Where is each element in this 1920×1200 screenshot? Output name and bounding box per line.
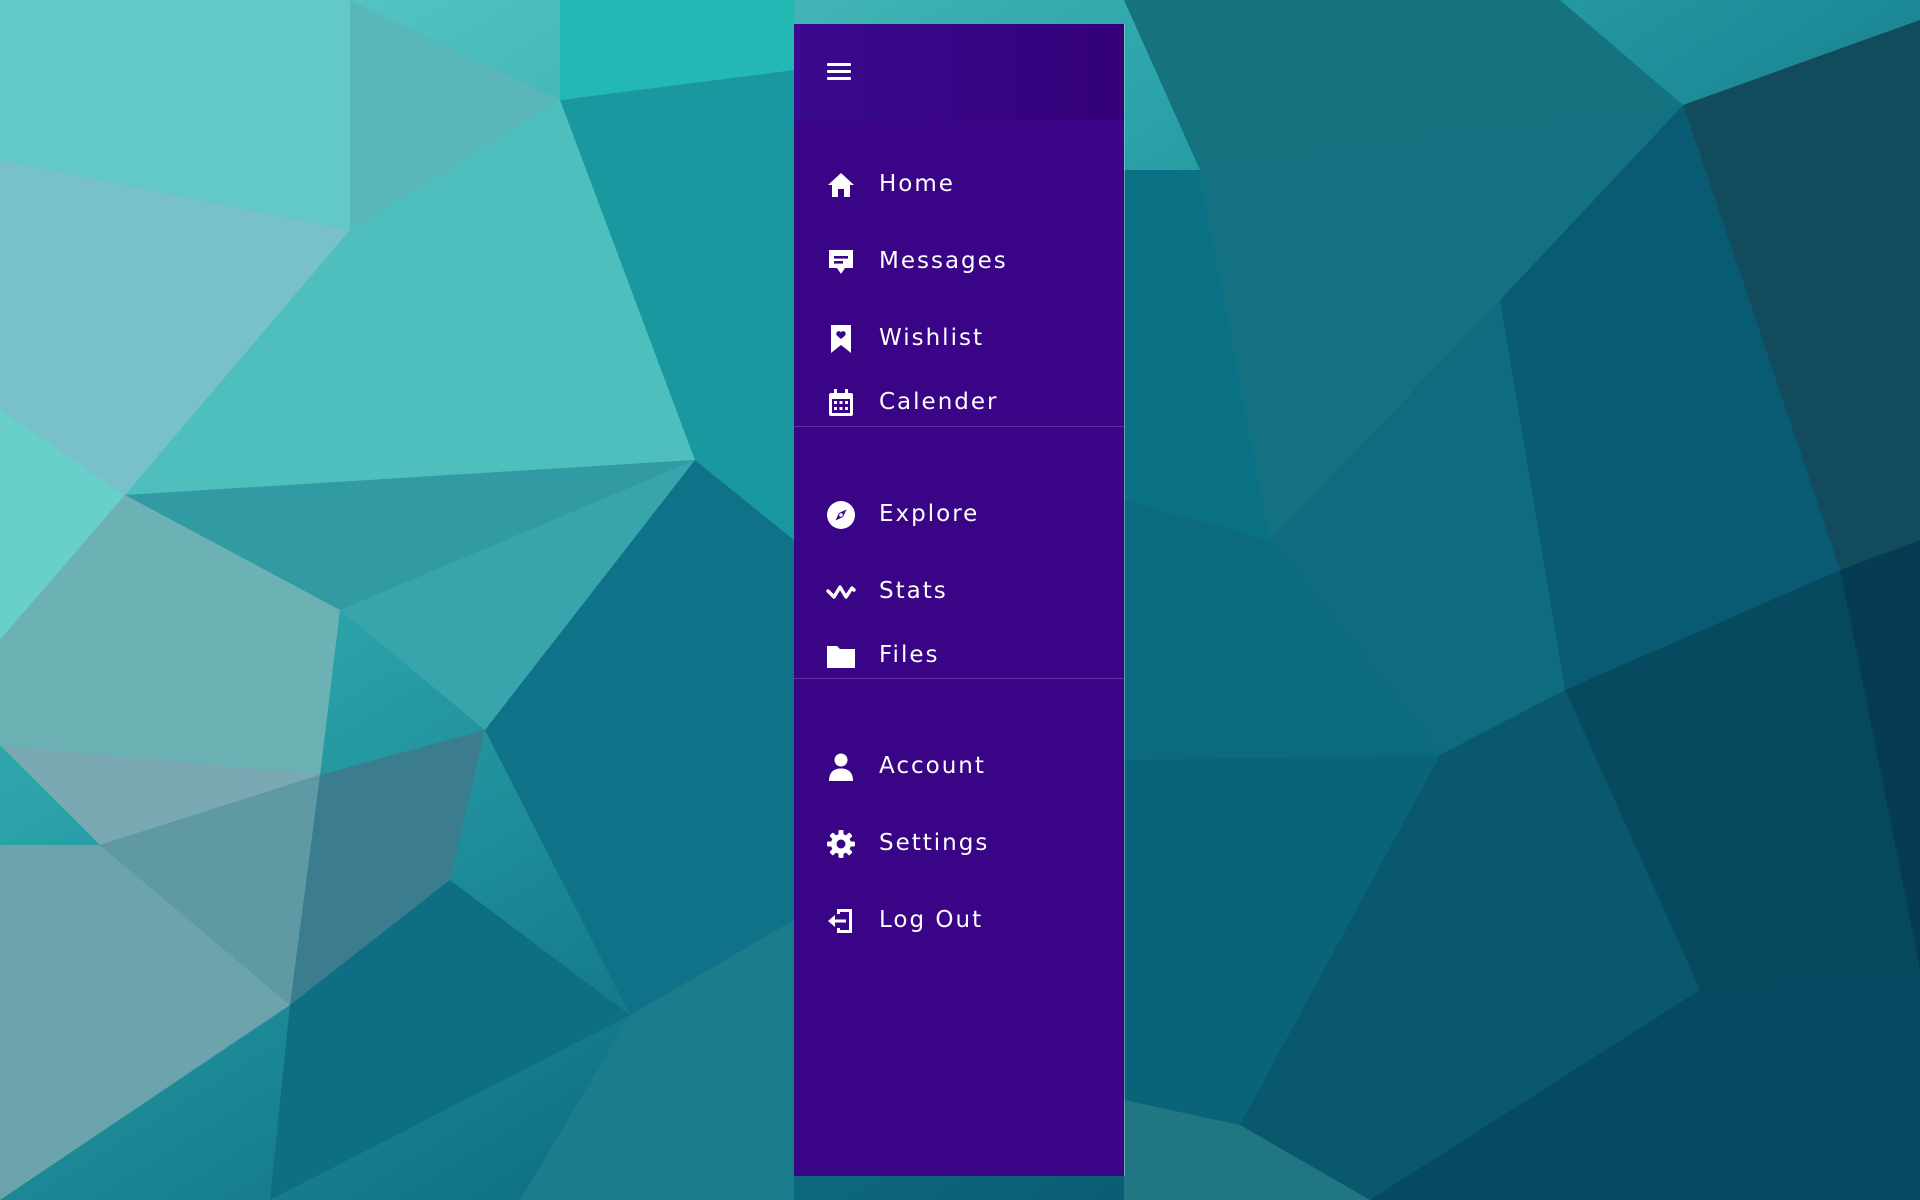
sidebar-item-messages[interactable]: Messages bbox=[794, 235, 1124, 287]
sidebar-item-label: Explore bbox=[879, 501, 980, 527]
gear-icon bbox=[826, 829, 856, 859]
hamburger-menu-icon bbox=[827, 63, 851, 80]
sidebar-nav: Home Messages Wishlist Calender Explore … bbox=[794, 24, 1124, 1176]
activity-icon bbox=[826, 577, 856, 607]
logout-icon bbox=[826, 906, 856, 936]
compass-icon bbox=[826, 500, 856, 530]
folder-icon bbox=[826, 641, 856, 671]
sidebar-item-home[interactable]: Home bbox=[794, 158, 1124, 210]
sidebar-item-label: Account bbox=[879, 753, 986, 779]
sidebar-item-label: Files bbox=[879, 642, 940, 668]
sidebar-item-wishlist[interactable]: Wishlist bbox=[794, 312, 1124, 364]
user-icon bbox=[826, 752, 856, 782]
sidebar-item-label: Messages bbox=[879, 248, 1008, 274]
sidebar-item-log-out[interactable]: Log Out bbox=[794, 894, 1124, 946]
sidebar-item-calender[interactable]: Calender bbox=[794, 376, 1124, 428]
message-icon bbox=[826, 247, 856, 277]
section-divider bbox=[794, 426, 1124, 427]
desktop-stage: Home Messages Wishlist Calender Explore … bbox=[0, 0, 1920, 1200]
sidebar-item-files[interactable]: Files bbox=[794, 629, 1124, 681]
sidebar-item-explore[interactable]: Explore bbox=[794, 488, 1124, 540]
sidebar-item-label: Stats bbox=[879, 578, 948, 604]
home-icon bbox=[826, 170, 856, 200]
sidebar-item-label: Calender bbox=[879, 389, 999, 415]
sidebar-item-label: Wishlist bbox=[879, 325, 984, 351]
sidebar-item-label: Log Out bbox=[879, 907, 984, 933]
calendar-icon bbox=[826, 388, 856, 418]
sidebar-item-label: Settings bbox=[879, 830, 990, 856]
sidebar-item-label: Home bbox=[879, 171, 955, 197]
menu-toggle-button[interactable] bbox=[826, 58, 852, 84]
sidebar-header bbox=[794, 24, 1124, 120]
section-divider bbox=[794, 678, 1124, 679]
bookmark-heart-icon bbox=[826, 324, 856, 354]
sidebar-item-settings[interactable]: Settings bbox=[794, 817, 1124, 869]
sidebar-item-account[interactable]: Account bbox=[794, 740, 1124, 792]
sidebar-item-stats[interactable]: Stats bbox=[794, 565, 1124, 617]
